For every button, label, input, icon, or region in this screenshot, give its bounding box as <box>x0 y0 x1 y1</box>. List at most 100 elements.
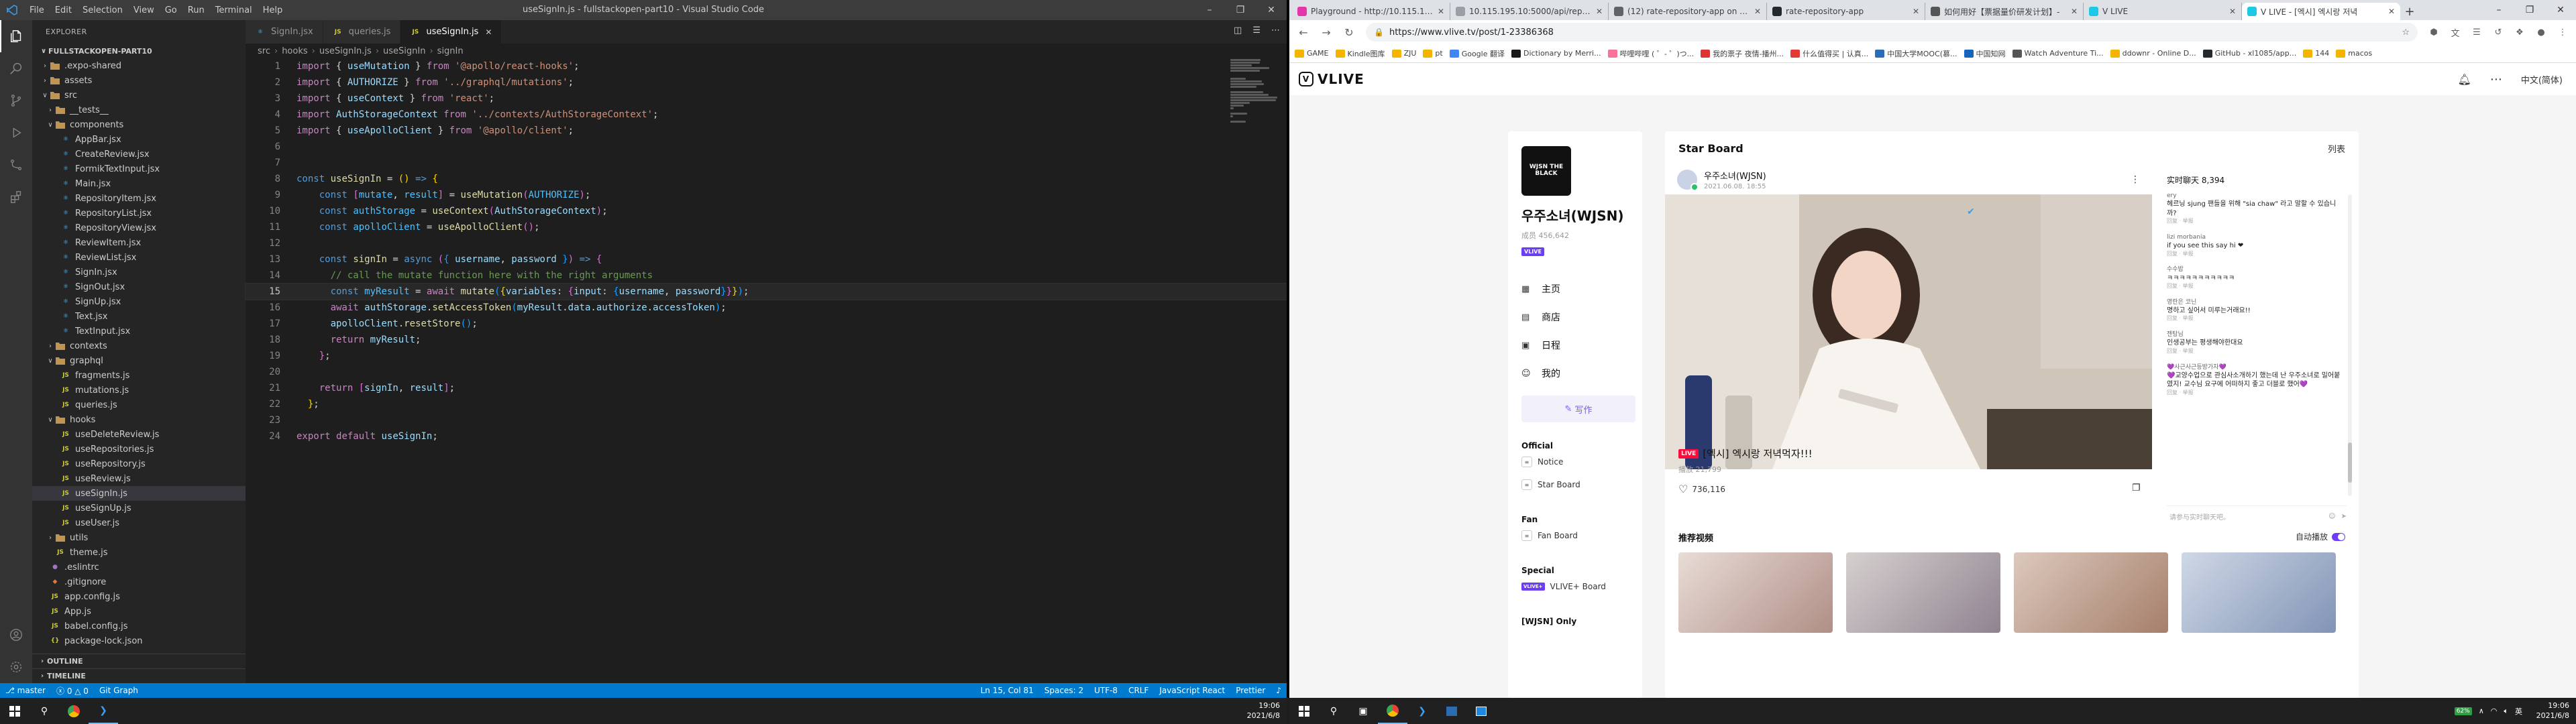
tree-file[interactable]: ⚛ AppBar.jsx <box>32 132 246 147</box>
clock-time[interactable]: 19:06 <box>1247 701 1280 711</box>
menu-dots-icon[interactable]: ⋮ <box>2553 23 2572 42</box>
tree-folder[interactable]: ∨ graphql <box>32 353 246 368</box>
taskbar-search-icon[interactable]: ⚲ <box>30 698 59 724</box>
code-line[interactable]: 16 await authStorage. setAccessToken(myRe… <box>246 300 1287 316</box>
chat-actions[interactable]: 回复 · 举报 <box>2167 389 2343 397</box>
tree-file[interactable]: ⚛ TextInput.jsx <box>32 324 246 339</box>
tree-file[interactable]: ⚛ RepositoryItem.jsx <box>32 191 246 206</box>
code-line[interactable]: 6 <box>246 139 1287 155</box>
tree-folder[interactable]: ∨ hooks <box>32 412 246 427</box>
tree-file[interactable]: JS useUser.js <box>32 516 246 530</box>
status-item[interactable]: UTF-8 <box>1089 686 1123 695</box>
channel-menu-item[interactable]: ▤ 商店 <box>1521 303 1629 331</box>
browser-tab[interactable]: V LIVE - [엑시] 엑시랑 저녁 ✕ <box>2242 3 2400 20</box>
tree-file[interactable]: ⚛ ReviewItem.jsx <box>32 235 246 250</box>
like-button[interactable]: ♡ 736,116 <box>1678 483 1725 495</box>
channel-menu-item[interactable]: ▦ 主页 <box>1521 275 1629 303</box>
code-line[interactable]: 18 return myResult; <box>246 332 1287 348</box>
browser-tab[interactable]: (12) rate-repository-app on Exp ✕ <box>1609 3 1767 20</box>
code-line[interactable]: 9 const [mutate, result] = useMutation(A… <box>246 187 1287 203</box>
tree-file[interactable]: ⚛ CreateReview.jsx <box>32 147 246 162</box>
chat-message[interactable]: 수수밥 ㅋㅋㅋㅋㅋㅋㅋㅋㅋㅋㅋ 回复 · 举报 <box>2167 265 2343 290</box>
editor-tab[interactable]: ⚛ SignIn.jsx <box>246 20 323 44</box>
tree-file[interactable]: JS useReview.js <box>32 471 246 486</box>
bell-icon[interactable]: 🔔︎ <box>2458 73 2471 86</box>
tree-file[interactable]: JS app.config.js <box>32 589 246 604</box>
channel-menu-item[interactable]: ▣ 日程 <box>1521 331 1629 359</box>
battery-indicator[interactable]: 62% <box>2454 707 2472 715</box>
code-line[interactable]: 8 const useSignIn = () => { <box>246 171 1287 187</box>
emoji-icon[interactable]: ☺ <box>2328 513 2335 520</box>
autoplay-toggle[interactable]: 自动播放 <box>2296 531 2345 542</box>
tree-file[interactable]: JS useSignIn.js <box>32 486 246 501</box>
chat-actions[interactable]: 回复 · 举报 <box>2167 348 2343 355</box>
chat-message[interactable]: lizi morbania if you see this say hi ❤ 回复 … <box>2167 233 2343 257</box>
breadcrumb-item[interactable]: useSignIn.js <box>319 46 372 56</box>
reading-list-icon[interactable]: ☰ <box>2467 23 2486 42</box>
bookmark-icon[interactable]: ❐ <box>2132 483 2141 493</box>
chat-message[interactable]: 젠탕님 인생공부는 평생해야한대요 回复 · 举报 <box>2167 330 2343 355</box>
tree-file[interactable]: ⚛ SignIn.jsx <box>32 265 246 280</box>
back-icon[interactable]: ← <box>1293 23 1313 42</box>
split-editor-icon[interactable]: ◫ <box>1234 25 1242 36</box>
board-link[interactable]: ≡ Fan Board <box>1521 524 1629 547</box>
tree-file[interactable]: ◆ .gitignore <box>32 575 246 589</box>
language-select[interactable]: 中文(简体) <box>2521 73 2563 86</box>
code-line[interactable]: 2 import { AUTHORIZE } from '../graphql/m… <box>246 74 1287 90</box>
code-line[interactable]: 12 <box>246 235 1287 251</box>
breadcrumb-item[interactable]: useSignIn <box>383 46 425 56</box>
status-item[interactable]: Ln 15, Col 81 <box>975 686 1039 695</box>
app-taskbar-icon[interactable] <box>1466 698 1496 724</box>
explorer-icon[interactable] <box>0 20 32 52</box>
chat-message[interactable]: 💜사근사근등방가자💜 💜교양수업으로 관심사소개하기 했는데 난 우주소녀로 밀어… <box>2167 363 2343 397</box>
tree-file[interactable]: JS useRepositories.js <box>32 442 246 457</box>
menu-item-go[interactable]: Go <box>160 5 182 15</box>
task-view-icon[interactable]: ▣ <box>1348 698 1378 724</box>
input-language[interactable]: 英 <box>2515 706 2522 717</box>
chrome-taskbar-icon[interactable] <box>59 698 89 724</box>
windows-start-icon[interactable] <box>0 698 30 724</box>
code-line[interactable]: 17 apolloClient.resetStore(); <box>246 316 1287 332</box>
wifi-icon[interactable]: ◠ <box>2491 707 2498 715</box>
open-changes-icon[interactable]: ☰ <box>1252 25 1260 36</box>
restore-icon[interactable]: ❐ <box>2514 0 2545 20</box>
chat-actions[interactable]: 回复 · 举报 <box>2167 218 2343 225</box>
menu-item-help[interactable]: Help <box>258 5 288 15</box>
more-actions-icon[interactable]: ⋯ <box>1271 25 1280 36</box>
code-line[interactable]: 11 const apolloClient = useApolloClient(… <box>246 219 1287 235</box>
tree-file[interactable]: JS fragments.js <box>32 368 246 383</box>
code-line[interactable]: 1 import { useMutation } from '@apollo/re… <box>246 58 1287 74</box>
recommended-thumbnail[interactable] <box>2182 552 2336 633</box>
problems-status[interactable]: ⓧ 0 △ 0 <box>51 685 94 697</box>
bookmark-item[interactable]: Watch Adventure Ti... <box>2012 49 2104 58</box>
close-icon[interactable]: ✕ <box>2545 0 2576 20</box>
restore-icon[interactable]: ❐ <box>1225 0 1256 20</box>
vlive-plus-board-link[interactable]: VLIVE+ VLIVE+ Board <box>1521 575 1629 598</box>
bookmark-item[interactable]: macos <box>2336 49 2372 58</box>
outline-section[interactable]: › OUTLINE <box>32 654 246 668</box>
status-item[interactable]: Spaces: 2 <box>1039 686 1089 695</box>
history-icon[interactable]: ↺ <box>2489 23 2508 42</box>
close-tab-icon[interactable]: ✕ <box>2388 7 2395 16</box>
menu-item-view[interactable]: View <box>128 5 160 15</box>
tree-file[interactable]: JS babel.config.js <box>32 619 246 634</box>
bookmark-item[interactable]: GitHub - xl1085/app... <box>2202 49 2296 58</box>
tree-file[interactable]: JS App.js <box>32 604 246 619</box>
avatar[interactable] <box>1677 170 1699 191</box>
search-icon[interactable] <box>0 52 32 84</box>
tree-file[interactable]: {} package-lock.json <box>32 634 246 648</box>
chrome-taskbar-icon[interactable] <box>1378 698 1407 724</box>
tray-chevron-icon[interactable]: ∧ <box>2479 707 2484 715</box>
code-line[interactable]: 7 <box>246 155 1287 171</box>
close-tab-icon[interactable]: ✕ <box>1913 7 1919 16</box>
bookmark-item[interactable]: Kindle图库 <box>1335 48 1385 59</box>
menu-item-selection[interactable]: Selection <box>77 5 128 15</box>
clock-date[interactable]: 2021/6/8 <box>1247 711 1280 721</box>
post-author[interactable]: 우주소녀(WJSN) <box>1704 169 1766 182</box>
code-line[interactable]: 22 }; <box>246 396 1287 412</box>
account-icon[interactable] <box>0 619 32 651</box>
tree-folder[interactable]: › utils <box>32 530 246 545</box>
vscode-taskbar-icon[interactable]: ❯ <box>1407 698 1437 724</box>
extensions-icon[interactable] <box>0 181 32 213</box>
code-line[interactable]: 4 import AuthStorageContext from '../cont… <box>246 107 1287 123</box>
